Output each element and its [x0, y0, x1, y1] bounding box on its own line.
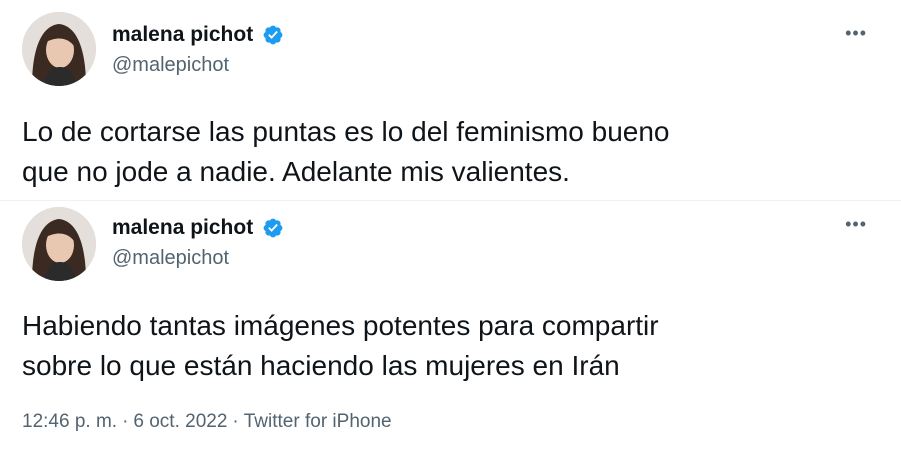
avatar-image	[22, 12, 96, 86]
tweet-metadata: 12:46 p. m. · 6 oct. 2022 · Twitter for iPho…	[22, 410, 392, 434]
more-options-icon[interactable]: •••	[845, 215, 867, 233]
avatar[interactable]	[22, 12, 96, 86]
verified-badge-icon	[263, 25, 283, 45]
tweet-time[interactable]: 12:46 p. m.	[22, 411, 117, 432]
tweet-main[interactable]: malena pichot @malepichot ••• Habiendo t…	[0, 200, 901, 464]
avatar-image	[22, 207, 96, 281]
author-display-name[interactable]: malena pichot	[112, 22, 253, 48]
more-options-icon[interactable]: •••	[845, 24, 867, 42]
author-display-name[interactable]: malena pichot	[112, 215, 253, 241]
author-handle[interactable]: @malepichot	[112, 52, 284, 78]
tweet-text: Lo de cortarse las puntas es lo del femi…	[22, 116, 670, 187]
tweet-quoted[interactable]: malena pichot @malepichot ••• Lo de cort…	[0, 0, 901, 200]
tweet-date[interactable]: 6 oct. 2022	[133, 411, 227, 432]
tweet-text: Habiendo tantas imágenes potentes para c…	[22, 310, 659, 381]
avatar[interactable]	[22, 207, 96, 281]
tweet-source[interactable]: Twitter for iPhone	[244, 411, 392, 432]
verified-badge-icon	[263, 218, 283, 238]
meta-separator: ·	[232, 411, 239, 432]
author-handle[interactable]: @malepichot	[112, 245, 284, 271]
meta-separator: ·	[122, 411, 129, 432]
